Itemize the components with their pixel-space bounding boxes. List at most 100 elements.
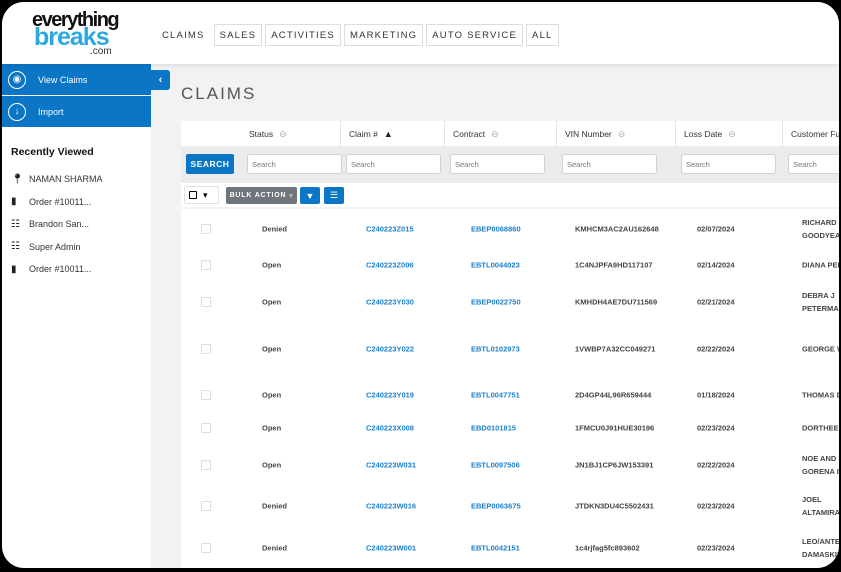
cell-status: Open — [262, 297, 282, 307]
cell-claim[interactable]: C240223Y030 — [366, 296, 414, 309]
sort-icon[interactable]: ⊖ — [728, 129, 736, 140]
cell-claim[interactable]: C240223W031 — [366, 459, 416, 472]
row-checkbox[interactable] — [201, 500, 211, 511]
row-checkbox[interactable] — [201, 389, 211, 400]
table-row[interactable]: Open C240223Y019 EBTL0047751 2D4GP44L96R659… — [181, 374, 839, 415]
cell-contract[interactable]: EBTL0044023 — [471, 258, 520, 271]
cell-claim[interactable]: C240223W016 — [366, 499, 416, 512]
row-checkbox[interactable] — [201, 422, 211, 433]
cell-customer: THOMAS D — [802, 390, 839, 399]
cell-vin: KMHDH4AE7DU711569 — [575, 297, 658, 307]
recent-item[interactable]: ☷ Super Admin — [2, 236, 151, 259]
row-checkbox[interactable] — [201, 344, 211, 354]
cell-loss-date: 02/22/2024 — [697, 460, 735, 470]
recent-item[interactable]: ▮ Order #10011... — [2, 191, 151, 214]
search-vin-input[interactable] — [562, 154, 657, 174]
caret-down-icon: ▾ — [203, 189, 208, 200]
chevron-left-icon: ‹ — [158, 74, 163, 86]
list-icon: ☰ — [329, 190, 339, 200]
cell-vin: 1VWBP7A32CC049271 — [575, 344, 656, 354]
search-customer-input[interactable] — [788, 154, 839, 174]
cell-customer: LEO/ANTE DAMASKIN — [802, 536, 839, 559]
cell-customer: NOE AND F GORENA II — [802, 454, 839, 476]
column-header-contract[interactable]: Contract ⊖ — [444, 121, 556, 147]
nav-activities[interactable]: ACTIVITIES — [265, 24, 341, 46]
toolbar: ▾ BULK ACTION ▾ ▼ ☰ — [181, 183, 839, 209]
cell-contract[interactable]: EBEP0022750 — [471, 296, 521, 309]
cell-contract[interactable]: EBTL0097506 — [471, 459, 520, 472]
cell-vin: 1FMCU0J91HUE30196 — [575, 423, 655, 432]
filter-icon: ▼ — [305, 190, 315, 201]
eye-icon: ◉ — [8, 70, 26, 89]
cell-status: Open — [262, 390, 282, 399]
cell-loss-date: 02/07/2024 — [697, 224, 735, 234]
nav-all[interactable]: ALL — [526, 24, 559, 46]
sidebar-item-import[interactable]: ↓ Import — [2, 96, 151, 128]
column-header-vin[interactable]: VIN Number ⊖ — [556, 121, 675, 147]
bulk-action-button[interactable]: BULK ACTION ▾ — [226, 187, 297, 204]
nav-auto-service[interactable]: AUTO SERVICE — [426, 24, 524, 46]
cell-contract[interactable]: EBEP0068860 — [471, 223, 521, 236]
cell-loss-date: 02/21/2024 — [697, 297, 735, 307]
sort-icon[interactable]: ⊖ — [279, 129, 287, 140]
nav-claims[interactable]: CLAIMS — [156, 24, 211, 46]
table-row[interactable]: Denied C240223W016 EBEP0063675 JTDKN3DU4C55… — [181, 485, 839, 526]
cell-contract[interactable]: EBD0101815 — [471, 421, 516, 434]
nav-marketing[interactable]: MARKETING — [343, 24, 424, 46]
recent-item[interactable]: ☷ Brandon San... — [2, 213, 151, 236]
logo[interactable]: everything breaks .com — [32, 10, 124, 58]
column-header-customer[interactable]: Customer Ful — [782, 121, 839, 147]
table-row[interactable]: Open C240223Y030 EBEP0022750 KMHDH4AE7DU711… — [181, 281, 839, 323]
select-all-dropdown[interactable]: ▾ — [184, 186, 219, 204]
cell-claim[interactable]: C240223Y022 — [366, 343, 414, 356]
caret-down-icon: ▾ — [289, 192, 294, 200]
search-claim-input[interactable] — [346, 154, 441, 174]
app-window: everything breaks .com CLAIMS SALES ACTI… — [2, 2, 839, 568]
table-row[interactable]: Denied C240223W001 EBTL0042151 1c4rjfag5fc8… — [181, 529, 839, 566]
row-checkbox[interactable] — [201, 460, 211, 470]
recent-item[interactable]: 📍︎ NAMAN SHARMA — [2, 168, 151, 191]
columns-button[interactable]: ☰ — [324, 187, 344, 204]
cell-contract[interactable]: EBEP0063675 — [471, 499, 521, 512]
table-row[interactable]: Open C240223Y022 EBTL0102973 1VWBP7A32CC049… — [181, 323, 839, 375]
search-loss-date-input[interactable] — [681, 154, 776, 174]
collapse-sidebar-button[interactable]: ‹ — [151, 70, 170, 90]
cell-contract[interactable]: EBTL0042151 — [471, 541, 520, 554]
search-status-input[interactable] — [247, 154, 342, 174]
cell-claim[interactable]: C240223X008 — [366, 421, 414, 434]
sort-icon[interactable]: ⊖ — [491, 129, 499, 140]
row-checkbox[interactable] — [201, 224, 211, 234]
cell-status: Denied — [262, 543, 288, 552]
row-checkbox[interactable] — [201, 297, 211, 307]
list-question-icon: ☷ — [11, 241, 20, 253]
sidebar-item-view-claims[interactable]: ◉ View Claims — [2, 64, 151, 96]
cell-vin: 1c4rjfag5fc893602 — [575, 543, 640, 552]
cell-claim[interactable]: C240223Y019 — [366, 388, 414, 401]
download-icon: ↓ — [8, 102, 26, 121]
cell-contract[interactable]: EBTL0102973 — [471, 343, 520, 356]
nav-sales[interactable]: SALES — [213, 24, 263, 46]
cell-contract[interactable]: EBTL0047751 — [471, 388, 520, 401]
column-header-loss-date[interactable]: Loss Date ⊖ — [675, 121, 782, 147]
filter-button[interactable]: ▼ — [300, 187, 320, 204]
sort-asc-icon[interactable]: ▲ — [384, 129, 393, 139]
cell-claim[interactable]: C240223Z015 — [366, 223, 414, 236]
cell-claim[interactable]: C240223W001 — [366, 541, 416, 554]
table-row[interactable]: Open C240223X008 EBD0101815 1FMCU0J91HUE301… — [181, 411, 839, 444]
sort-icon[interactable]: ⊖ — [618, 129, 626, 140]
row-checkbox[interactable] — [201, 259, 211, 270]
table-row[interactable]: Open C240223Z006 EBTL0044023 1C4NJPFA9HD117… — [181, 248, 839, 281]
recently-viewed-title: Recently Viewed — [11, 146, 94, 158]
cell-claim[interactable]: C240223Z006 — [366, 258, 414, 271]
cell-status: Open — [262, 260, 282, 269]
column-header-claim[interactable]: Claim # ▲ — [340, 121, 444, 147]
recent-item[interactable]: ▮ Order #10011... — [2, 258, 151, 281]
column-header-status[interactable]: Status ⊖ — [241, 121, 340, 147]
search-button[interactable]: SEARCH — [186, 154, 234, 174]
checkbox-icon — [189, 191, 197, 199]
row-checkbox[interactable] — [201, 542, 211, 553]
table-row[interactable]: Denied C240223Z015 EBEP0068860 KMHCM3AC2AU1… — [181, 210, 839, 248]
search-contract-input[interactable] — [450, 154, 545, 174]
header: everything breaks .com CLAIMS SALES ACTI… — [2, 2, 839, 64]
table-row[interactable]: Open C240223W031 EBTL0097506 JN1BJ1CP6JW153… — [181, 444, 839, 486]
